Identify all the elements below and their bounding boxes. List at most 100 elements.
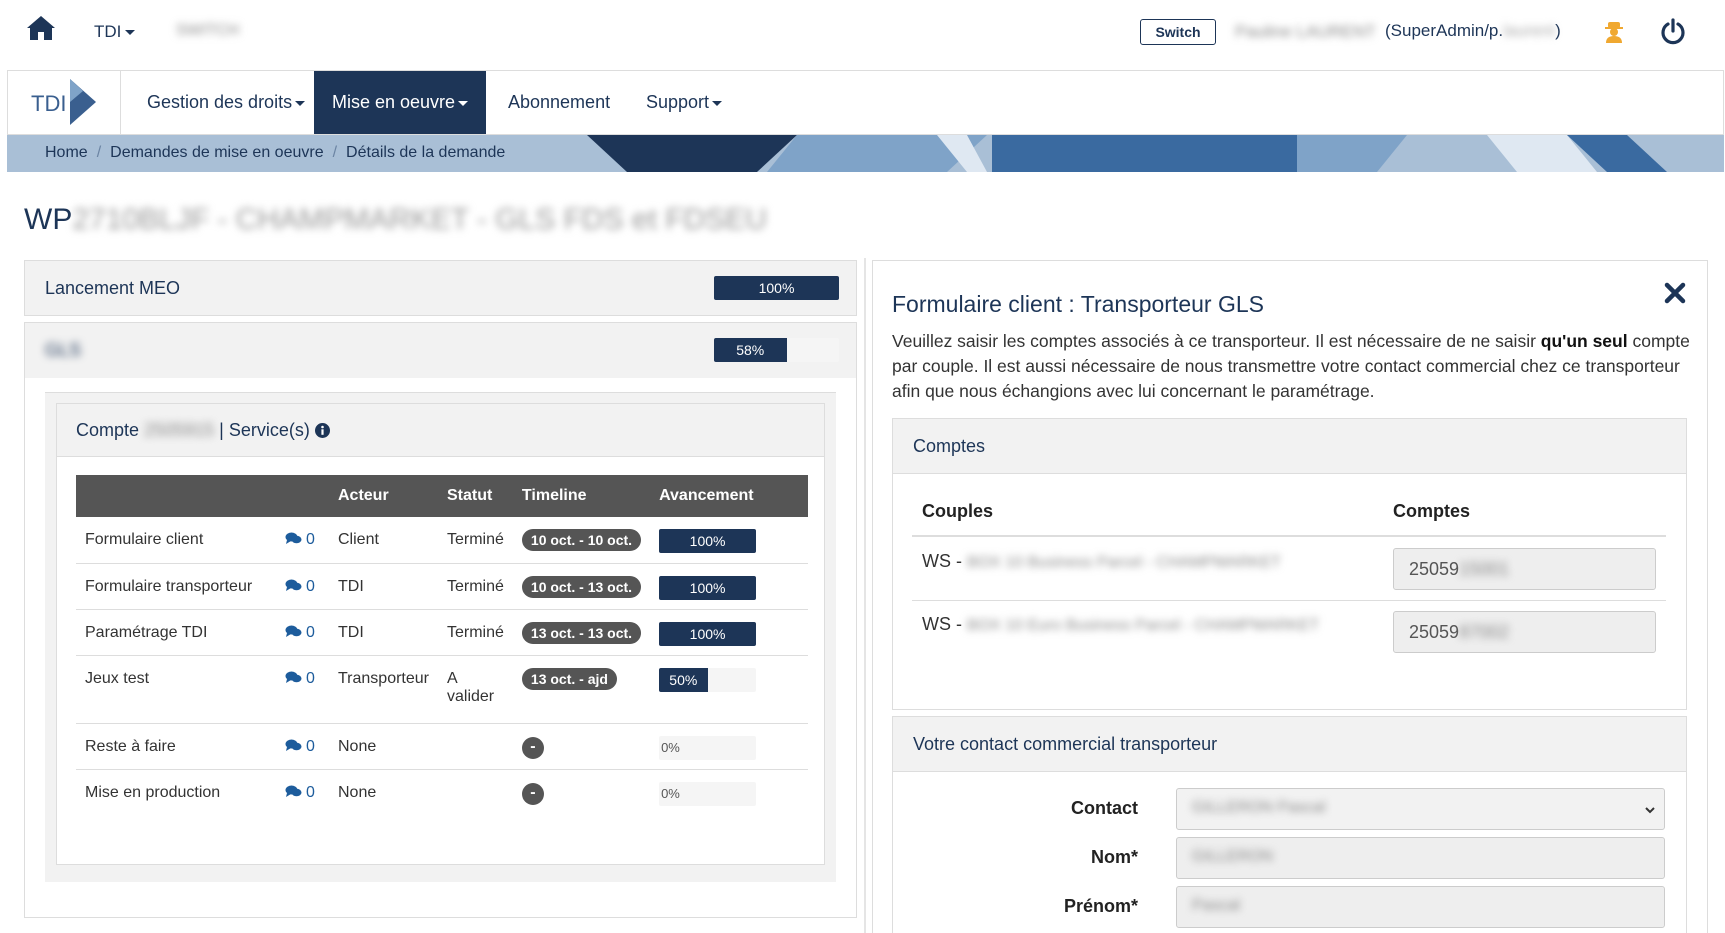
phase-label: GLS xyxy=(45,340,82,360)
table-divider xyxy=(912,600,1666,601)
nav-gestion-droits[interactable]: Gestion des droits xyxy=(129,71,323,134)
caret-down-icon xyxy=(458,100,469,106)
main-navbar: TDI Gestion des droits Mise en oeuvre Ab… xyxy=(7,70,1724,135)
step-progress: 0% xyxy=(659,781,757,806)
step-status: Terminé xyxy=(438,563,513,610)
account-couple-label: WS - BOX 10 Business Parcel - CHAMPMARKE… xyxy=(922,551,1281,571)
step-progress: 50% xyxy=(659,667,757,692)
phase-lancement-meo[interactable]: Lancement MEO 100% xyxy=(24,260,857,316)
phase-progress: 100% xyxy=(714,276,839,300)
caret-down-icon xyxy=(712,100,723,106)
form-description: Veuillez saisir les comptes associés à c… xyxy=(892,331,1690,401)
step-progress-label: 0% xyxy=(661,739,680,755)
breadcrumb-current: Détails de la demande xyxy=(346,144,506,161)
nom-input[interactable]: GILLERON xyxy=(1176,837,1665,879)
comments-link[interactable]: 0 xyxy=(285,578,315,595)
nom-label: Nom* xyxy=(1090,847,1138,867)
step-actor: TDI xyxy=(329,563,438,610)
breadcrumb: Home / Demandes de mise en oeuvre / Détails … xyxy=(45,144,506,161)
home-icon[interactable] xyxy=(25,14,57,42)
caret-down-icon xyxy=(295,100,306,106)
compte-number: 2505915 xyxy=(144,420,215,440)
user-secret-icon[interactable] xyxy=(1603,20,1625,44)
switch-button[interactable]: Switch xyxy=(1140,19,1216,45)
breadcrumb-home[interactable]: Home xyxy=(45,144,88,161)
nav-abonnement[interactable]: Abonnement xyxy=(490,71,628,134)
user-name: Pauline LAURENT xyxy=(1235,22,1376,41)
step-name[interactable]: Reste à faire xyxy=(76,723,276,770)
step-status xyxy=(438,723,513,770)
chevron-down-icon xyxy=(1645,807,1655,814)
phase-progress-fill: 100% xyxy=(714,276,839,300)
account-input[interactable]: 2505915001 xyxy=(1393,548,1656,590)
phase-progress-fill: 58% xyxy=(714,338,787,362)
step-progress: 0% xyxy=(659,735,757,760)
comments-link[interactable]: 0 xyxy=(285,784,315,801)
power-icon[interactable] xyxy=(1660,18,1686,46)
breadcrumb-demandes[interactable]: Demandes de mise en oeuvre xyxy=(110,144,323,161)
step-name[interactable]: Formulaire client xyxy=(76,517,276,564)
prenom-label: Prénom* xyxy=(1063,896,1138,916)
table-row: Reste à faire 0 None - 0% xyxy=(76,723,808,770)
info-icon[interactable] xyxy=(314,423,330,438)
phase-gls-body: Compte 2505915 | Service(s) Acteur Statu… xyxy=(24,378,857,918)
comments-link[interactable]: 0 xyxy=(285,670,315,687)
step-status xyxy=(438,769,513,815)
comptes-section-title: Comptes xyxy=(893,419,1686,474)
step-name[interactable]: Formulaire transporteur xyxy=(76,563,276,610)
step-actor: Client xyxy=(329,517,438,564)
page-title: WP2710BLJF - CHAMPMARKET - GLS FDS et FD… xyxy=(24,203,767,236)
org-sub-label: SWITCH xyxy=(176,22,240,39)
col-header-comptes: Comptes xyxy=(1393,501,1471,521)
step-progress-fill: 100% xyxy=(659,575,757,600)
step-name[interactable]: Paramétrage TDI xyxy=(76,609,276,656)
comments-link[interactable]: 0 xyxy=(285,738,315,755)
tdi-logo-icon: TDI xyxy=(31,79,96,125)
step-name[interactable]: Jeux test xyxy=(76,655,276,724)
step-progress-fill: 50% xyxy=(659,667,708,692)
comments-icon xyxy=(285,532,302,544)
step-actor: Transporteur xyxy=(329,655,438,724)
contact-select[interactable]: GILLERON Pascal xyxy=(1176,788,1665,830)
prenom-input[interactable]: Pascal xyxy=(1176,886,1665,928)
step-progress-fill: 100% xyxy=(659,621,757,646)
comments-link[interactable]: 0 xyxy=(285,531,315,548)
step-progress: 100% xyxy=(659,621,757,646)
brand-logo[interactable]: TDI xyxy=(8,71,121,134)
step-actor: None xyxy=(338,783,377,801)
comments-icon xyxy=(285,579,302,591)
phase-gls[interactable]: GLS 58% xyxy=(24,322,857,378)
table-row: Paramétrage TDI 0 TDI Terminé 13 oct. - 13 o… xyxy=(76,609,808,656)
timeline-dot: - xyxy=(521,782,544,805)
step-name[interactable]: Mise en production xyxy=(76,769,276,815)
account-input[interactable]: 2505987002 xyxy=(1393,611,1656,653)
comments-link[interactable]: 0 xyxy=(285,624,315,641)
col-header-timeline: Timeline xyxy=(512,475,651,517)
nav-support[interactable]: Support xyxy=(628,71,740,134)
nav-mise-en-oeuvre[interactable]: Mise en oeuvre xyxy=(314,71,487,134)
phase-progress: 58% xyxy=(714,338,839,362)
col-header-avancement: Avancement xyxy=(650,475,808,517)
phase-label: Lancement MEO xyxy=(45,278,181,298)
top-bar: TDI SWITCH Switch Pauline LAURENT (Super… xyxy=(0,0,1725,62)
step-status: Terminé xyxy=(438,517,513,564)
form-title: Formulaire client : Transporteur GLS xyxy=(892,291,1264,317)
breadcrumb-banner: Home / Demandes de mise en oeuvre / Détails … xyxy=(7,135,1724,172)
comments-icon xyxy=(285,671,302,683)
table-row: Jeux test 0 Transporteur A valider 13 oct. -… xyxy=(76,655,808,724)
timeline-badge: 10 oct. - 13 oct. xyxy=(521,575,642,598)
timeline-badge: 13 oct. - 13 oct. xyxy=(521,621,642,644)
col-header-acteur: Acteur xyxy=(329,475,438,517)
svg-text:TDI: TDI xyxy=(31,91,66,116)
step-progress-fill: 100% xyxy=(659,529,757,553)
timeline-dot: - xyxy=(521,736,544,759)
comments-icon xyxy=(285,625,302,637)
contact-section-title: Votre contact commercial transporteur xyxy=(893,717,1686,772)
column-divider xyxy=(864,258,866,933)
step-status: Terminé xyxy=(438,609,513,656)
close-icon[interactable] xyxy=(1664,282,1686,304)
org-dropdown[interactable]: TDI xyxy=(94,22,136,42)
col-header-couples: Couples xyxy=(922,501,994,521)
step-actor: TDI xyxy=(329,609,438,656)
contact-label: Contact xyxy=(1071,798,1138,818)
